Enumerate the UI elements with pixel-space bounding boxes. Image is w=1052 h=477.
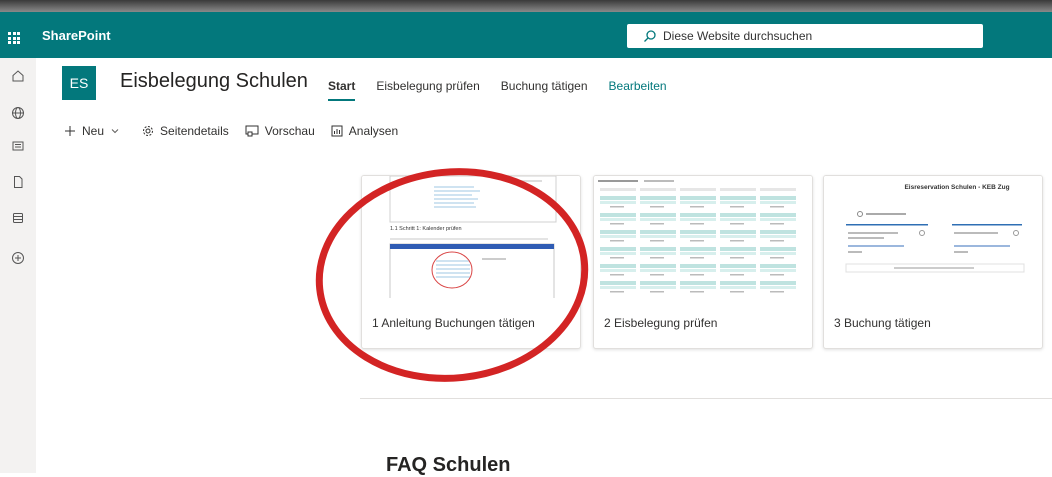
preview-button[interactable]: Vorschau — [245, 124, 315, 138]
home-icon[interactable] — [8, 66, 28, 86]
suite-bar: SharePoint Diese Website durchsuchen — [0, 12, 1052, 58]
site-title[interactable]: Eisbelegung Schulen — [120, 70, 308, 93]
page-details-button[interactable]: Seitendetails — [142, 124, 229, 138]
list-icon[interactable] — [8, 208, 28, 228]
preview-icon — [245, 125, 259, 137]
card-thumbnail: Eisreservation Schulen - KEB Zug — [824, 176, 1042, 298]
preview-label: Vorschau — [264, 124, 315, 138]
card-title: 2 Eisbelegung prüfen — [604, 316, 718, 330]
site-logo[interactable]: ES — [62, 66, 96, 100]
page-details-label: Seitendetails — [160, 124, 229, 138]
new-button[interactable]: Neu — [64, 124, 126, 138]
calendar-thumbnail-graphic — [598, 180, 796, 293]
document-icon[interactable] — [8, 172, 28, 192]
nav-item-bearbeiten[interactable]: Bearbeiten — [609, 79, 667, 101]
card-thumbnail — [594, 176, 812, 298]
analytics-icon — [331, 125, 343, 137]
gear-icon — [143, 126, 154, 136]
card-title: 1 Anleitung Buchungen tätigen — [372, 316, 535, 330]
quicklink-card-anleitung[interactable]: 1.1 Schritt 1: Kalender prüfen 1 Anleitu… — [361, 175, 581, 349]
window-top-strip — [0, 0, 1052, 12]
search-input[interactable]: Diese Website durchsuchen — [663, 29, 812, 43]
app-launcher-icon[interactable] — [8, 32, 20, 44]
analytics-button[interactable]: Analysen — [331, 124, 398, 138]
section-divider — [360, 398, 1052, 399]
news-icon[interactable] — [8, 136, 28, 156]
analytics-label: Analysen — [348, 124, 399, 138]
quicklink-card-buchung[interactable]: Eisreservation Schulen - KEB Zug 3 Buchu… — [823, 175, 1043, 349]
nav-item-eisbelegung-pruefen[interactable]: Eisbelegung prüfen — [376, 79, 479, 101]
chevron-down-icon — [111, 129, 119, 134]
brand-name[interactable]: SharePoint — [42, 28, 111, 43]
command-bar: Neu Seitendetails Vorschau Analysen — [64, 124, 414, 138]
globe-icon[interactable] — [8, 103, 28, 123]
section-heading: FAQ Schulen — [386, 454, 511, 476]
nav-item-start[interactable]: Start — [328, 79, 356, 101]
plus-icon — [65, 126, 75, 136]
card-title: 3 Buchung tätigen — [834, 316, 931, 330]
thumbnail-heading: 1.1 Schritt 1: Kalender prüfen — [390, 226, 462, 232]
nav-item-buchung-taetigen[interactable]: Buchung tätigen — [501, 79, 588, 101]
site-navigation: Start Eisbelegung prüfen Buchung tätigen… — [328, 79, 688, 101]
new-button-label: Neu — [82, 124, 105, 138]
quicklink-card-eisbelegung[interactable]: 2 Eisbelegung prüfen — [593, 175, 813, 349]
search-box[interactable]: Diese Website durchsuchen — [627, 24, 983, 48]
left-app-bar — [0, 58, 36, 473]
create-icon[interactable] — [8, 248, 28, 268]
card-thumbnail: 1.1 Schritt 1: Kalender prüfen — [362, 176, 580, 298]
search-icon — [637, 29, 663, 43]
